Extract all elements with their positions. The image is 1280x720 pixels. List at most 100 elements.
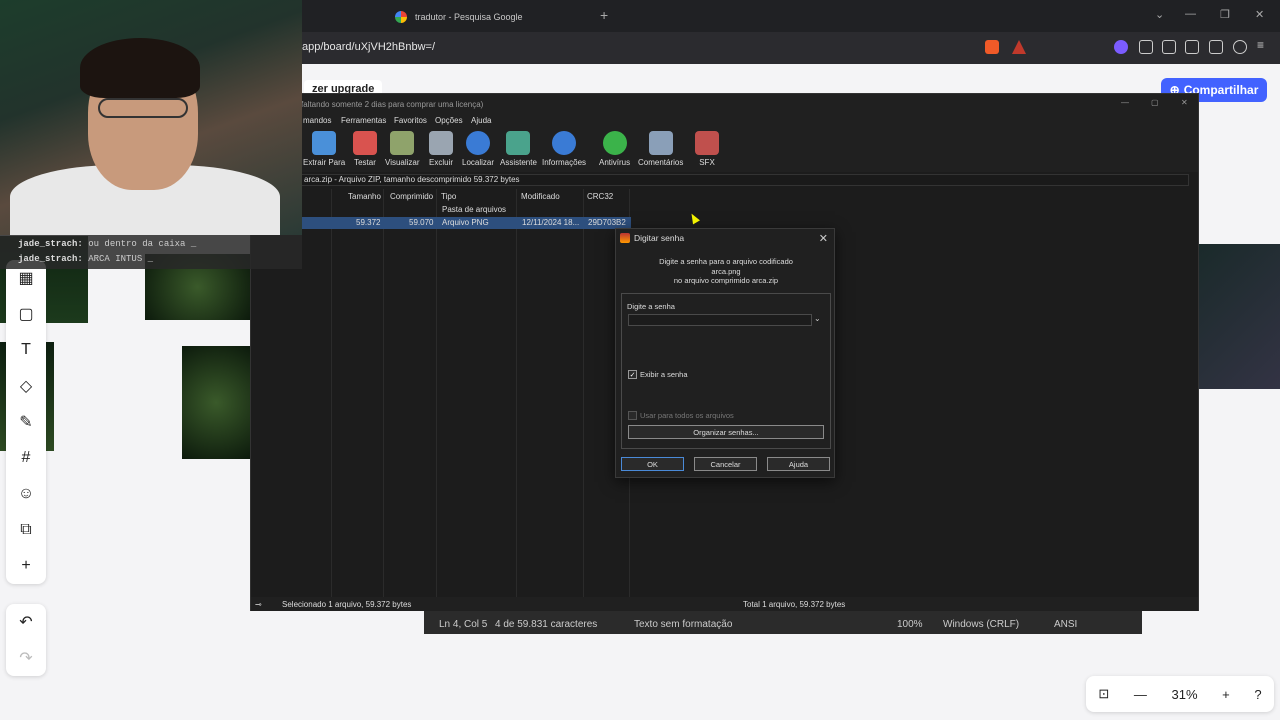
menu-opcoes[interactable]: Opções (435, 116, 463, 125)
chat-username: jade_strach: (18, 254, 83, 264)
text-format: Texto sem formatação (634, 619, 733, 630)
extension-drop-icon[interactable] (1114, 40, 1128, 54)
redo-icon[interactable]: ↷ (6, 640, 46, 676)
cell-packed: 59.070 (409, 218, 434, 227)
toolbar-label: Antivírus (599, 158, 631, 167)
find-icon (466, 131, 490, 155)
col-crc[interactable]: CRC32 (587, 192, 613, 201)
checkbox-icon (628, 411, 637, 420)
restore-icon[interactable]: ❐ (1220, 8, 1230, 21)
shapes-icon[interactable]: ◇ (6, 368, 46, 404)
cancel-button[interactable]: Cancelar (694, 457, 757, 471)
organize-passwords-button[interactable]: Organizar senhas... (628, 425, 824, 439)
extensions-icon[interactable] (1139, 40, 1153, 54)
table-row[interactable]: 59.372 59.070 Arquivo PNG 12/11/2024 18.… (301, 217, 631, 229)
history-controls: ↶ ↷ (6, 604, 46, 676)
zoom-in-icon[interactable]: + (1222, 687, 1230, 702)
cell-modified: 12/11/2024 18... (522, 218, 580, 227)
maximize-icon[interactable]: ▢ (1151, 98, 1159, 107)
text-icon[interactable]: T (6, 332, 46, 368)
test-button[interactable]: Testar (353, 131, 377, 167)
wizard-button[interactable]: Assistente (500, 131, 537, 167)
help-button[interactable]: Ajuda (767, 457, 830, 471)
minimize-icon[interactable]: — (1121, 98, 1129, 107)
toolbar-label: Assistente (500, 158, 537, 167)
column-divider (383, 189, 384, 597)
brave-shield-icon[interactable] (985, 40, 999, 54)
info-button[interactable]: Informações (542, 131, 586, 167)
delete-icon (429, 131, 453, 155)
help-icon[interactable]: ? (1254, 687, 1261, 702)
tab-search-icon[interactable]: ⌄ (1155, 8, 1164, 21)
comments-button[interactable]: Comentários (638, 131, 683, 167)
fit-icon[interactable]: ⊡ (1098, 686, 1109, 702)
dialog-title: Digitar senha (634, 233, 685, 243)
menu-comandos[interactable]: mandos (303, 116, 331, 125)
find-button[interactable]: Localizar (462, 131, 494, 167)
chat-message: jade_strach: ou dentro da caixa _ (18, 237, 284, 252)
col-packed[interactable]: Comprimido (390, 192, 433, 201)
cell-type: Arquivo PNG (442, 218, 489, 227)
minimize-icon[interactable]: — (1185, 8, 1196, 20)
image-thumbnail[interactable] (182, 346, 250, 459)
dialog-archive: no arquivo comprimido arca.zip (673, 276, 779, 285)
delete-button[interactable]: Excluir (429, 131, 453, 167)
menu-icon[interactable]: ≡ (1257, 38, 1271, 52)
show-password-checkbox[interactable]: ✓ Exibir a senha (628, 370, 688, 379)
use-for-all-checkbox[interactable]: Usar para todos os arquivos (628, 411, 734, 420)
notepad-status-bar: Ln 4, Col 5 4 de 59.831 caracteres Texto… (424, 610, 1142, 634)
sfx-button[interactable]: SFX (695, 131, 719, 167)
extract-to-button[interactable]: Extrair Para (303, 131, 345, 167)
toolbar-label: Extrair Para (303, 158, 346, 167)
file-list-header: Tamanho Comprimido Tipo Modificado CRC32 (251, 189, 1198, 205)
frame-icon[interactable]: # (6, 440, 46, 476)
notepad-zoom: 100% (897, 619, 923, 630)
menu-ajuda[interactable]: Ajuda (471, 116, 491, 125)
wallet-icon[interactable] (1185, 40, 1199, 54)
password-input[interactable] (628, 314, 812, 326)
comments-icon (648, 131, 673, 155)
dialog-message: Digite a senha para o arquivo codificado (659, 257, 793, 266)
view-button[interactable]: Visualizar (385, 131, 420, 167)
google-icon (395, 11, 407, 23)
antivirus-button[interactable]: Antivírus (599, 131, 630, 167)
chevron-down-icon[interactable]: ⌄ (814, 314, 821, 323)
menu-favoritos[interactable]: Favoritos (394, 116, 427, 125)
toolbar-label: Comentários (638, 158, 684, 167)
zoom-out-icon[interactable]: — (1134, 687, 1147, 702)
col-size[interactable]: Tamanho (348, 192, 381, 201)
close-icon[interactable]: ✕ (1255, 8, 1264, 21)
sticky-note-icon[interactable]: ▢ (6, 296, 46, 332)
pen-icon[interactable]: ✎ (6, 404, 46, 440)
add-icon[interactable]: + (6, 548, 46, 584)
col-modified[interactable]: Modificado (521, 192, 560, 201)
undo-icon[interactable]: ↶ (6, 604, 46, 640)
line-endings: Windows (CRLF) (943, 619, 1020, 630)
toolbar-label: Visualizar (385, 158, 420, 167)
tab-google-search[interactable]: tradutor - Pesquisa Google (395, 6, 595, 28)
dialog-filename: arca.png (711, 267, 741, 276)
image-thumbnail[interactable] (1198, 244, 1280, 389)
winrar-toolbar: Extrair Para Testar Visualizar Excluir L… (251, 128, 1198, 172)
cursor-position: Ln 4, Col 5 (439, 619, 488, 630)
person-glasses (98, 98, 188, 118)
table-row[interactable]: Pasta de arquivos (301, 204, 631, 216)
ok-button[interactable]: OK (621, 457, 684, 471)
menu-ferramentas[interactable]: Ferramentas (341, 116, 386, 125)
new-tab-button[interactable]: + (600, 7, 608, 23)
close-icon[interactable]: ✕ (1181, 98, 1188, 107)
sfx-icon (695, 131, 719, 155)
chat-text: ARCA INTUS _ (88, 254, 154, 264)
wizard-icon (506, 131, 531, 155)
col-type[interactable]: Tipo (441, 192, 456, 201)
close-icon[interactable]: ✕ (819, 232, 828, 245)
vpn-icon[interactable] (1233, 40, 1247, 54)
archive-path-bar[interactable]: arca.zip - Arquivo ZIP, tamanho descompr… (301, 174, 1189, 186)
reaction-icon[interactable]: ☺ (6, 476, 46, 512)
url-field[interactable]: app/board/uXjVH2hBnbw=/ (302, 41, 435, 53)
embed-icon[interactable]: ⧉ (6, 512, 46, 548)
zoom-level: 31% (1171, 686, 1198, 702)
sidebar-icon[interactable] (1162, 40, 1176, 54)
toolbar-label: Excluir (429, 158, 454, 167)
leo-ai-icon[interactable] (1209, 40, 1223, 54)
